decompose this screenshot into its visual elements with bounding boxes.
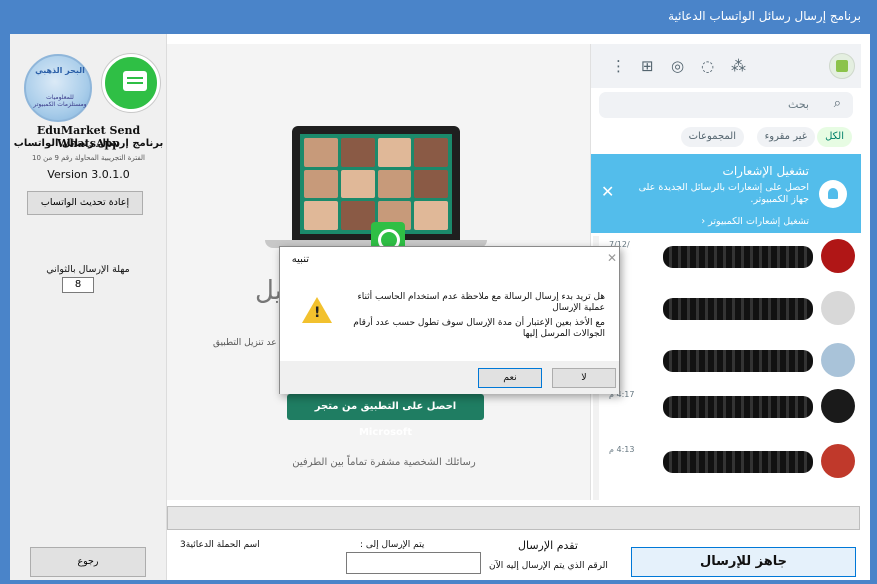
chat-row[interactable]: /7/12: [591, 236, 861, 286]
close-icon[interactable]: ✕: [601, 182, 614, 201]
ready-to-send-button[interactable]: جاهز للإرسال: [631, 547, 856, 577]
progress-label: تقدم الإرسال: [518, 539, 578, 552]
notification-link[interactable]: تشغيل إشعارات الكمبيوتر ‹: [701, 216, 809, 227]
redacted-chat-name: [663, 396, 813, 418]
new-chat-icon[interactable]: ⊞: [641, 57, 654, 75]
chat-row[interactable]: 4:13 م: [591, 441, 861, 491]
profile-avatar[interactable]: [829, 53, 855, 79]
redacted-chat-name: [663, 350, 813, 372]
status-icon[interactable]: ◌: [701, 57, 714, 75]
dialog-message: هل تريد بدء إرسال الرسالة مع ملاحظة عدم …: [345, 292, 605, 340]
back-button[interactable]: رجوع: [30, 547, 146, 577]
channels-icon[interactable]: ◎: [671, 57, 684, 75]
delay-label: مهلة الإرسال بالثواني: [46, 264, 130, 275]
filter-chip-groups[interactable]: المجموعات: [680, 127, 744, 147]
dialog-message-line-1: هل تريد بدء إرسال الرسالة مع ملاحظة عدم …: [357, 292, 605, 313]
chat-avatar: [821, 239, 855, 273]
warning-exclamation: !: [314, 305, 321, 321]
delay-seconds-input[interactable]: 8: [62, 277, 94, 293]
video-call-grid: [300, 134, 452, 234]
window-title: برنامج إرسال رسائل الواتساب الدعائية: [668, 9, 861, 23]
chat-avatar: [821, 291, 855, 325]
filter-chip-all[interactable]: الكل: [817, 127, 852, 147]
dialog-message-line-2: مع الأخذ بعين الإعتبار أن مدة الإرسال سو…: [353, 318, 605, 339]
app-name-arabic: برنامج إرسال رسائل الواتساب: [13, 138, 164, 149]
menu-dots-icon[interactable]: ⋮: [611, 57, 626, 75]
confirm-dialog: تنبيه ✕ ! هل تريد بدء إرسال الرسالة مع م…: [279, 246, 620, 394]
bell-off-icon: [819, 180, 847, 208]
search-placeholder: بحث: [788, 98, 809, 111]
chat-row[interactable]: [591, 288, 861, 338]
notification-body: احصل على إشعارات بالرسائل الجديدة على جه…: [638, 182, 809, 205]
whatsapp-web-panel: ⋮ ⊞ ◎ ◌ ⁂ بحث ⌕ الكل غير مقروء المجموعات…: [590, 44, 861, 500]
logo-text-sub: للمعلوميات ومستلزمات الكمبيوتر: [33, 94, 87, 108]
encryption-note: رسائلك الشخصية مشفرة تماماً بين الطرفين: [292, 457, 476, 468]
chat-time: 4:13 م: [609, 445, 635, 454]
chat-avatar: [821, 389, 855, 423]
sending-to-label: يتم الإرسال إلى :: [360, 540, 425, 550]
title-bar[interactable]: برنامج إرسال رسائل الواتساب الدعائية: [0, 0, 877, 34]
communities-icon[interactable]: ⁂: [731, 57, 746, 75]
logo-text-main: البحر الذهبي: [35, 66, 85, 75]
dialog-title: تنبيه: [291, 254, 309, 265]
search-icon: ⌕: [833, 96, 841, 111]
trial-info: الفترة التجريبية المحاولة رقم 9 من 10: [31, 154, 145, 162]
chat-avatar: [821, 444, 855, 478]
campaign-name-label: اسم الحملة الدعائية3: [180, 540, 260, 550]
chat-row[interactable]: 4:17 م: [591, 386, 861, 436]
whatsapp-logo-icon: [102, 54, 160, 112]
search-input[interactable]: بحث ⌕: [599, 92, 853, 118]
yes-button[interactable]: نعم: [478, 368, 542, 388]
redacted-chat-name: [663, 298, 813, 320]
notifications-banner[interactable]: ✕ تشغيل الإشعارات احصل على إشعارات بالرس…: [591, 154, 861, 233]
intro-subtext: عد تنزيل التطبيق: [213, 338, 277, 348]
app-window: برنامج إرسال رسائل الواتساب الدعائية الب…: [0, 0, 877, 584]
dialog-close-icon[interactable]: ✕: [607, 251, 617, 265]
notification-title: تشغيل الإشعارات: [722, 164, 809, 178]
company-logo: البحر الذهبي للمعلوميات ومستلزمات الكمبي…: [24, 54, 92, 122]
send-progress-bar: [167, 506, 860, 530]
redacted-chat-name: [663, 246, 813, 268]
dialog-footer: نعم لا: [280, 361, 619, 394]
chat-avatar: [821, 343, 855, 377]
left-panel: البحر الذهبي للمعلوميات ومستلزمات الكمبي…: [10, 34, 167, 580]
chat-list: /7/12 4:17 م 4:13 م: [591, 236, 861, 500]
filter-chip-unread[interactable]: غير مقروء: [756, 127, 815, 147]
reload-whatsapp-button[interactable]: إعادة تحديث الواتساب: [27, 191, 143, 215]
version-label: Version 3.0.1.0: [47, 168, 130, 181]
no-button[interactable]: لا: [552, 368, 616, 388]
chat-list-header: ⋮ ⊞ ◎ ◌ ⁂: [591, 44, 861, 88]
current-number-label: الرقم الذي يتم الإرسال إليه الآن: [489, 561, 608, 571]
redacted-chat-name: [663, 451, 813, 473]
current-number-field[interactable]: [346, 552, 481, 574]
chat-row[interactable]: [591, 340, 861, 390]
microsoft-store-button[interactable]: احصل على التطبيق من متجر Microsoft: [287, 394, 484, 438]
